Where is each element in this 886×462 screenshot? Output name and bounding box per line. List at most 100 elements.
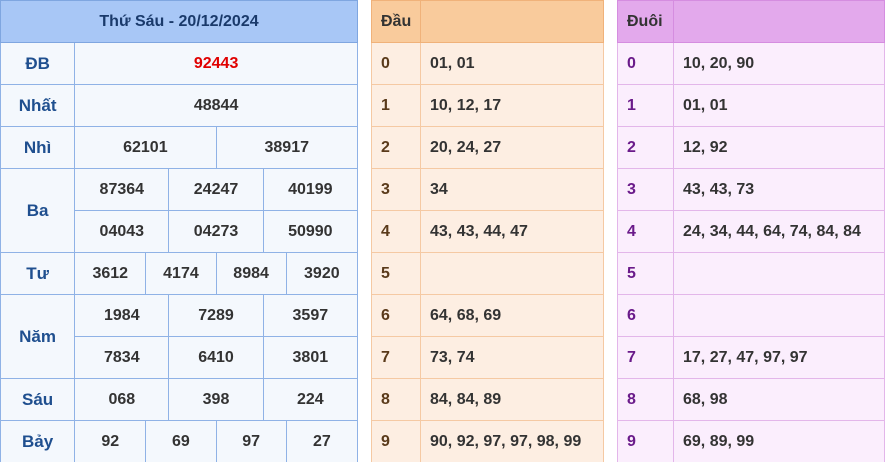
prize-number: 69 (145, 420, 217, 462)
duoi-row: 8 68, 98 (617, 378, 885, 421)
results-table: Thứ Sáu - 20/12/2024 ĐB 92443 Nhất 48844… (0, 0, 359, 462)
dau-digit: 4 (371, 210, 421, 253)
dau-values: 34 (420, 168, 604, 211)
duoi-digit: 2 (617, 126, 674, 169)
duoi-digit: 9 (617, 420, 674, 462)
dau-digit: 7 (371, 336, 421, 379)
dau-row: 2 20, 24, 27 (371, 126, 604, 169)
dau-row: 9 90, 92, 97, 97, 98, 99 (371, 420, 604, 462)
duoi-digit: 4 (617, 210, 674, 253)
dau-row: 5 (371, 252, 604, 295)
prize-label-sau: Sáu (0, 378, 76, 421)
prize-label-db: ĐB (0, 42, 76, 85)
prize-number: 97 (215, 420, 287, 462)
duoi-row: 6 (617, 294, 885, 337)
prize-row-db: ĐB 92443 (0, 42, 358, 85)
prize-number: 3801 (262, 336, 359, 379)
prize-number: 40199 (262, 168, 359, 211)
prize-row-nam: Năm 1984 7289 3597 (0, 294, 359, 379)
dau-digit: 2 (371, 126, 421, 169)
prize-row-nhat: Nhất 48844 (0, 84, 358, 127)
duoi-values: 17, 27, 47, 97, 97 (673, 336, 885, 379)
prize-number: 8984 (215, 252, 287, 295)
duoi-values: 69, 89, 99 (673, 420, 885, 462)
prize-row-nhi: Nhì 62101 38917 (0, 126, 359, 169)
dau-row: 6 64, 68, 69 (371, 294, 604, 337)
duoi-digit: 5 (617, 252, 674, 295)
prize-number: 224 (262, 378, 359, 421)
prize-number: 48844 (74, 84, 358, 127)
dau-table: Đầu 0 01, 01 1 10, 12, 17 2 20, 24, 27 3 34 … (371, 0, 604, 462)
prize-number: 068 (74, 378, 170, 421)
dau-row: 0 01, 01 (371, 42, 604, 85)
duoi-header: Đuôi (617, 0, 674, 43)
prize-number: 7289 (168, 294, 264, 337)
duoi-digit: 3 (617, 168, 674, 211)
duoi-digit: 7 (617, 336, 674, 379)
prize-number: 87364 (74, 168, 170, 211)
duoi-values (673, 252, 885, 295)
prize-number: 38917 (215, 126, 359, 169)
dau-values: 43, 43, 44, 47 (420, 210, 604, 253)
prize-number: 62101 (74, 126, 217, 169)
duoi-row: 3 43, 43, 73 (617, 168, 885, 211)
prize-row-sau: Sáu 068 398 224 (0, 378, 359, 421)
prize-number: 4174 (145, 252, 217, 295)
prize-label-bay: Bảy (0, 420, 76, 462)
dau-digit: 9 (371, 420, 421, 462)
prize-label-tu: Tư (0, 252, 76, 295)
prize-number: 27 (285, 420, 359, 462)
prize-number: 04043 (74, 210, 170, 253)
dau-values: 90, 92, 97, 97, 98, 99 (420, 420, 604, 462)
special-prize-number: 92443 (74, 42, 358, 85)
dau-row: 7 73, 74 (371, 336, 604, 379)
duoi-values: 24, 34, 44, 64, 74, 84, 84 (673, 210, 885, 253)
dau-digit: 3 (371, 168, 421, 211)
prize-number: 3920 (285, 252, 359, 295)
prize-number: 50990 (262, 210, 359, 253)
dau-digit: 0 (371, 42, 421, 85)
prize-number: 3612 (74, 252, 147, 295)
duoi-values: 12, 92 (673, 126, 885, 169)
prize-label-ba: Ba (0, 168, 76, 253)
duoi-table: Đuôi 0 10, 20, 90 1 01, 01 2 12, 92 3 43, 43… (617, 0, 885, 462)
dau-digit: 1 (371, 84, 421, 127)
dau-row: 8 84, 84, 89 (371, 378, 604, 421)
prize-label-nhat: Nhất (0, 84, 76, 127)
duoi-row: 0 10, 20, 90 (617, 42, 885, 85)
duoi-values (673, 294, 885, 337)
prize-row-ba: Ba 87364 24247 40199 (0, 168, 359, 253)
dau-header: Đầu (371, 0, 421, 43)
dau-values: 10, 12, 17 (420, 84, 604, 127)
prize-label-nam: Năm (0, 294, 76, 379)
dau-values: 73, 74 (420, 336, 604, 379)
prize-row-bay: Bảy 92 69 97 27 (0, 420, 359, 462)
duoi-values: 43, 43, 73 (673, 168, 885, 211)
duoi-row: 4 24, 34, 44, 64, 74, 84, 84 (617, 210, 885, 253)
duoi-row: 9 69, 89, 99 (617, 420, 885, 462)
dau-header-blank (420, 0, 604, 43)
dau-digit: 6 (371, 294, 421, 337)
prize-row-tu: Tư 3612 4174 8984 3920 (0, 252, 359, 295)
dau-values: 20, 24, 27 (420, 126, 604, 169)
duoi-row: 5 (617, 252, 885, 295)
dau-row: 4 43, 43, 44, 47 (371, 210, 604, 253)
dau-row: 3 34 (371, 168, 604, 211)
duoi-digit: 1 (617, 84, 674, 127)
results-title: Thứ Sáu - 20/12/2024 (0, 0, 358, 43)
dau-values: 84, 84, 89 (420, 378, 604, 421)
duoi-row: 7 17, 27, 47, 97, 97 (617, 336, 885, 379)
dau-values (420, 252, 604, 295)
duoi-row: 2 12, 92 (617, 126, 885, 169)
prize-number: 04273 (168, 210, 264, 253)
duoi-digit: 0 (617, 42, 674, 85)
dau-digit: 5 (371, 252, 421, 295)
duoi-header-blank (673, 0, 885, 43)
prize-label-nhi: Nhì (0, 126, 76, 169)
prize-number: 6410 (168, 336, 264, 379)
duoi-values: 01, 01 (673, 84, 885, 127)
duoi-digit: 8 (617, 378, 674, 421)
prize-number: 3597 (262, 294, 359, 337)
duoi-row: 1 01, 01 (617, 84, 885, 127)
dau-values: 64, 68, 69 (420, 294, 604, 337)
